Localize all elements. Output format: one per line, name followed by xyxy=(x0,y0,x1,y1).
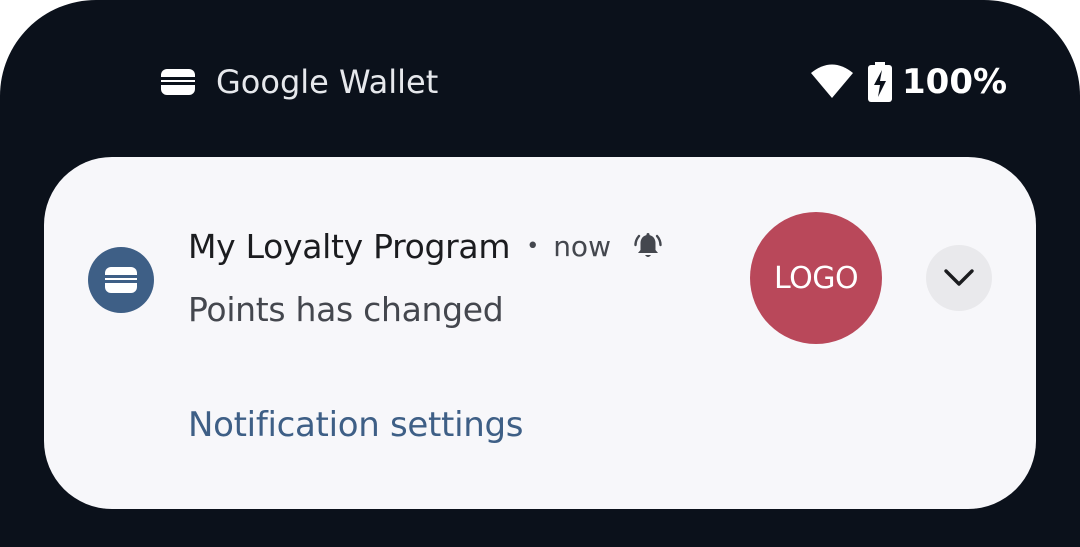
wallet-icon xyxy=(105,267,137,293)
logo-text: LOGO xyxy=(773,260,859,296)
notification-header: My Loyalty Program • now xyxy=(188,223,663,269)
bell-alert-icon xyxy=(634,233,662,257)
notification-card[interactable]: My Loyalty Program • now Points has chan… xyxy=(44,157,1036,509)
notification-time: now xyxy=(553,229,611,263)
battery-charging-icon xyxy=(868,62,892,102)
chevron-down-icon xyxy=(944,269,974,286)
logo-image: LOGO xyxy=(750,212,882,344)
notification-title: My Loyalty Program xyxy=(188,226,511,266)
expand-button[interactable] xyxy=(926,245,992,311)
notification-settings-link[interactable]: Notification settings xyxy=(188,402,523,448)
battery-percentage: 100% xyxy=(902,62,1008,102)
notification-body: Points has changed xyxy=(188,290,504,329)
status-app-name: Google Wallet xyxy=(216,63,439,101)
separator-dot: • xyxy=(526,233,540,259)
notification-shade: Google Wallet 100% My Loyalty Program • … xyxy=(0,0,1080,547)
wifi-icon xyxy=(811,64,853,98)
app-badge xyxy=(88,247,154,313)
status-bar: Google Wallet 100% xyxy=(0,0,1080,150)
wallet-icon xyxy=(161,69,195,95)
